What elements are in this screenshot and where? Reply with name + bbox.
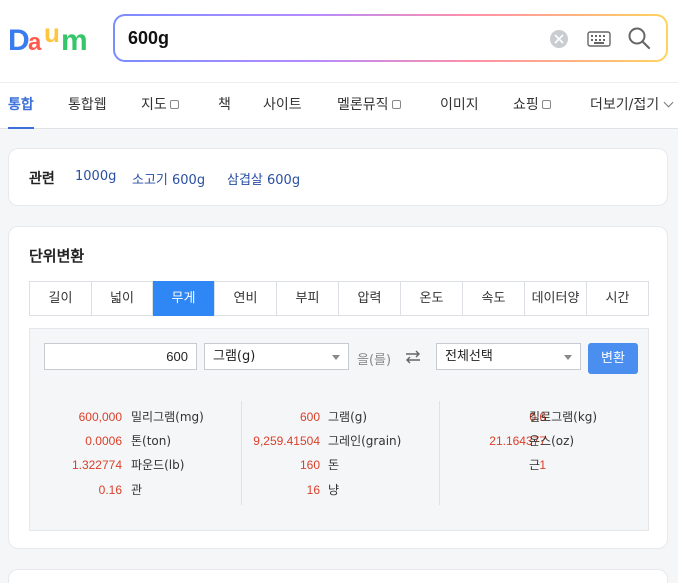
external-link-icon bbox=[391, 100, 401, 109]
tab-web[interactable]: 통합웹 bbox=[68, 83, 107, 129]
converter-title: 단위변환 bbox=[29, 247, 85, 265]
tab-books[interactable]: 책 bbox=[218, 83, 231, 129]
related-link[interactable]: 삼겹살 600g bbox=[227, 169, 300, 188]
value-input[interactable]: 600 bbox=[44, 343, 197, 370]
svg-text:m: m bbox=[61, 24, 88, 56]
result-column: 0.6 킬로그램(kg) 21.164377 온스(oz) 1근 bbox=[439, 401, 650, 505]
result-column: 600 그램(g) 9,259.41504 그레인(grain) 160 돈 16 냥 bbox=[241, 401, 439, 505]
keyboard-icon[interactable] bbox=[587, 30, 611, 48]
conversion-results: 600,000 밀리그램(mg) 0.0006 톤(ton) 1.322774 파운드… bbox=[30, 401, 650, 505]
unit-tab-area[interactable]: 넓이 bbox=[92, 282, 153, 315]
particle-label: 을(를) bbox=[357, 353, 392, 368]
daum-logo[interactable]: D a u m bbox=[8, 22, 94, 56]
unit-tab-temperature[interactable]: 온도 bbox=[401, 282, 463, 315]
related-title: 관련 bbox=[29, 171, 55, 187]
from-unit-select[interactable]: 그램(g) bbox=[204, 343, 349, 370]
related-link[interactable]: 소고기 600g bbox=[132, 169, 205, 188]
clear-icon[interactable] bbox=[550, 30, 568, 48]
unit-tab-pressure[interactable]: 압력 bbox=[339, 282, 401, 315]
tab-integrated[interactable]: 통합 bbox=[8, 83, 34, 129]
unit-tab-time[interactable]: 시간 bbox=[587, 282, 648, 315]
tab-more[interactable]: 더보기/접기 bbox=[590, 83, 674, 129]
convert-button[interactable]: 변환 bbox=[588, 343, 638, 374]
search-tabs: 통합 통합웹 지도 책 사이트 멜론뮤직 이미지 쇼핑 더보기/접기 bbox=[0, 82, 678, 129]
tab-images[interactable]: 이미지 bbox=[440, 83, 479, 129]
tab-shopping[interactable]: 쇼핑 bbox=[513, 83, 551, 129]
chevron-down-icon bbox=[663, 97, 674, 108]
external-link-icon bbox=[541, 100, 551, 109]
swap-icon[interactable] bbox=[404, 349, 422, 365]
search-box: 600g bbox=[113, 14, 668, 62]
to-unit-label: 전체선택 bbox=[445, 349, 493, 364]
from-unit-label: 그램(g) bbox=[213, 349, 256, 364]
search-icon[interactable] bbox=[627, 26, 651, 50]
svg-text:u: u bbox=[44, 22, 60, 48]
svg-text:D: D bbox=[8, 24, 30, 56]
related-link[interactable]: 1000g bbox=[75, 169, 116, 184]
unit-tab-fuel-economy[interactable]: 연비 bbox=[215, 282, 277, 315]
tab-map[interactable]: 지도 bbox=[141, 83, 179, 129]
search-input[interactable]: 600g bbox=[128, 28, 169, 49]
dropdown-arrow-icon bbox=[332, 355, 340, 360]
tab-melon-music[interactable]: 멜론뮤직 bbox=[337, 83, 401, 129]
header: D a u m 600g 통합 통합웹 지도 책 사이트 멜론뮤직 이미지 쇼핑… bbox=[0, 0, 678, 129]
related-searches: 관련 1000g 소고기 600g 삼겹살 600g bbox=[8, 148, 668, 206]
next-result-card bbox=[8, 569, 668, 583]
to-unit-select[interactable]: 전체선택 bbox=[436, 343, 581, 370]
dropdown-arrow-icon bbox=[564, 355, 572, 360]
svg-text:a: a bbox=[28, 29, 42, 56]
unit-tab-length[interactable]: 길이 bbox=[30, 282, 92, 315]
unit-converter: 단위변환 길이 넓이 무게 연비 부피 압력 온도 속도 데이터양 시간 600… bbox=[8, 226, 668, 549]
unit-tab-weight[interactable]: 무게 bbox=[153, 281, 215, 316]
unit-tab-volume[interactable]: 부피 bbox=[277, 282, 339, 315]
tab-site[interactable]: 사이트 bbox=[263, 83, 302, 129]
unit-category-tabs: 길이 넓이 무게 연비 부피 압력 온도 속도 데이터양 시간 bbox=[29, 281, 649, 316]
unit-tab-speed[interactable]: 속도 bbox=[463, 282, 525, 315]
converter-panel: 600 그램(g) 을(를) 전체선택 변환 600,000 밀리그램(mg) 0… bbox=[29, 328, 649, 531]
external-link-icon bbox=[169, 100, 179, 109]
unit-tab-data[interactable]: 데이터양 bbox=[525, 282, 587, 315]
